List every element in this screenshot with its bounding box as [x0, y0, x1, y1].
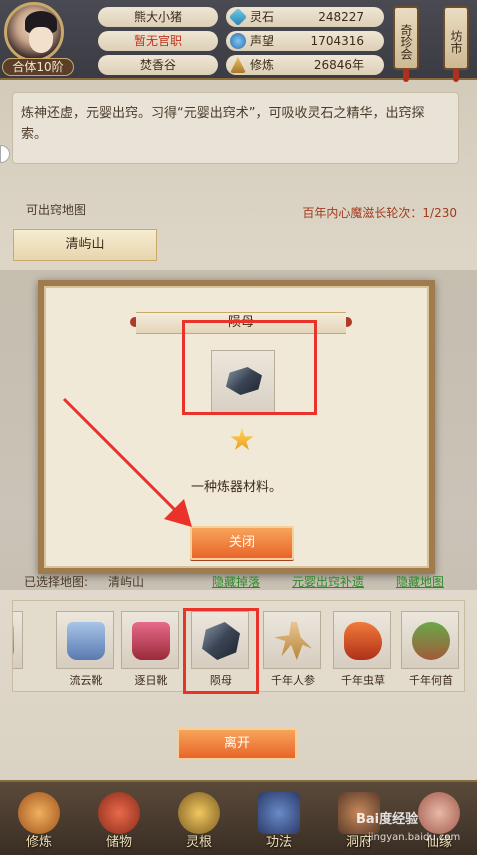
- cultivation-icon: [230, 57, 246, 73]
- close-button[interactable]: 关闭: [190, 526, 294, 560]
- player-avatar[interactable]: [4, 2, 64, 62]
- selected-map-name: 清屿山: [108, 575, 145, 589]
- player-level: 合体10阶: [2, 58, 74, 76]
- resource-spirit-stone: 灵石 248227: [226, 7, 384, 27]
- ginseng-icon: [274, 622, 312, 660]
- resource-value: 248227: [318, 10, 364, 24]
- resource-value: 26846年: [313, 58, 364, 72]
- reputation-icon: [230, 33, 246, 49]
- player-name: 熊大小猪: [98, 7, 218, 27]
- hidden-drops-link[interactable]: 隐藏掉落: [212, 573, 260, 590]
- nav-label: 灵根: [185, 835, 212, 850]
- description-box: 炼神还虚，元婴出窍。习得“元婴出窍术”，可吸收灵石之精华，出窍探索。: [12, 92, 459, 164]
- list-item[interactable]: 逐日靴: [121, 611, 181, 688]
- list-item[interactable]: 千年虫草: [333, 611, 393, 688]
- top-header: 合体10阶 熊大小猪 暂无官职 焚香谷 灵石 248227 声望 1704316…: [0, 0, 477, 82]
- nav-label: 储物: [105, 835, 132, 850]
- nascent-soul-supplement-link[interactable]: 元婴出窍补遗: [292, 573, 364, 590]
- nav-cultivate[interactable]: 修炼: [6, 788, 72, 854]
- resource-label: 声望: [250, 34, 275, 48]
- watermark: Bai度经验: [356, 812, 419, 827]
- tassel-ornament: [403, 68, 409, 82]
- demon-round-progress: 百年内心魔滋长轮次：1/230: [302, 206, 457, 220]
- herb-icon: [412, 622, 450, 660]
- list-item[interactable]: [13, 611, 25, 669]
- selected-map-label: 已选择地图:: [24, 575, 89, 589]
- nav-storage[interactable]: 储物: [86, 788, 152, 854]
- list-item[interactable]: 千年人参: [263, 611, 323, 688]
- avatar-face: [29, 27, 53, 53]
- map-section-label: 可出窍地图: [26, 203, 87, 217]
- nav-label: 修炼: [25, 835, 52, 850]
- resource-label: 灵石: [250, 10, 275, 24]
- item-name: 流云靴: [69, 674, 103, 687]
- boots-icon: [67, 622, 105, 660]
- nav-label: 功法: [265, 835, 292, 850]
- nav-spirit-root[interactable]: 灵根: [166, 788, 232, 854]
- player-sect: 焚香谷: [98, 55, 218, 75]
- resource-value: 1704316: [310, 34, 364, 48]
- boots-icon: [132, 622, 170, 660]
- resource-cultivation: 修炼 26846年: [226, 55, 384, 75]
- bag-icon: [98, 792, 140, 834]
- cordyceps-icon: [344, 622, 382, 660]
- resource-label: 修炼: [250, 58, 275, 72]
- market-button[interactable]: 坊市: [443, 6, 469, 70]
- highlight-box-selected-item: [183, 608, 259, 694]
- player-official-title: 暂无官职: [98, 31, 218, 51]
- book-icon: [258, 792, 300, 834]
- item-name: 千年何首: [409, 674, 453, 687]
- item-name: 逐日靴: [134, 674, 168, 687]
- boots-icon: [13, 622, 14, 660]
- tassel-ornament: [453, 68, 459, 82]
- annotation-arrow-icon: [62, 397, 192, 527]
- leave-button[interactable]: 离开: [177, 728, 297, 760]
- cultivate-icon: [18, 792, 60, 834]
- spirit-stone-icon: [228, 7, 248, 27]
- map-qingyushan-button[interactable]: 清屿山: [13, 229, 157, 261]
- list-item[interactable]: 流云靴: [56, 611, 116, 688]
- highlight-box-modal-item: [182, 320, 317, 415]
- item-name: 千年人参: [271, 674, 315, 687]
- star-icon: [230, 428, 254, 450]
- selected-map-row: 已选择地图: 清屿山 隐藏掉落 元婴出窍补遗 隐藏地图: [24, 573, 454, 591]
- hidden-map-link[interactable]: 隐藏地图: [396, 573, 444, 590]
- watermark-url: jingyan.baidu.com: [368, 832, 461, 843]
- treasure-auction-button[interactable]: 奇珍会: [393, 6, 419, 70]
- nav-techniques[interactable]: 功法: [246, 788, 312, 854]
- spirit-root-icon: [178, 792, 220, 834]
- resource-reputation: 声望 1704316: [226, 31, 384, 51]
- item-name: 千年虫草: [341, 674, 385, 687]
- fate-icon: [418, 792, 460, 834]
- list-item[interactable]: 千年何首: [401, 611, 461, 688]
